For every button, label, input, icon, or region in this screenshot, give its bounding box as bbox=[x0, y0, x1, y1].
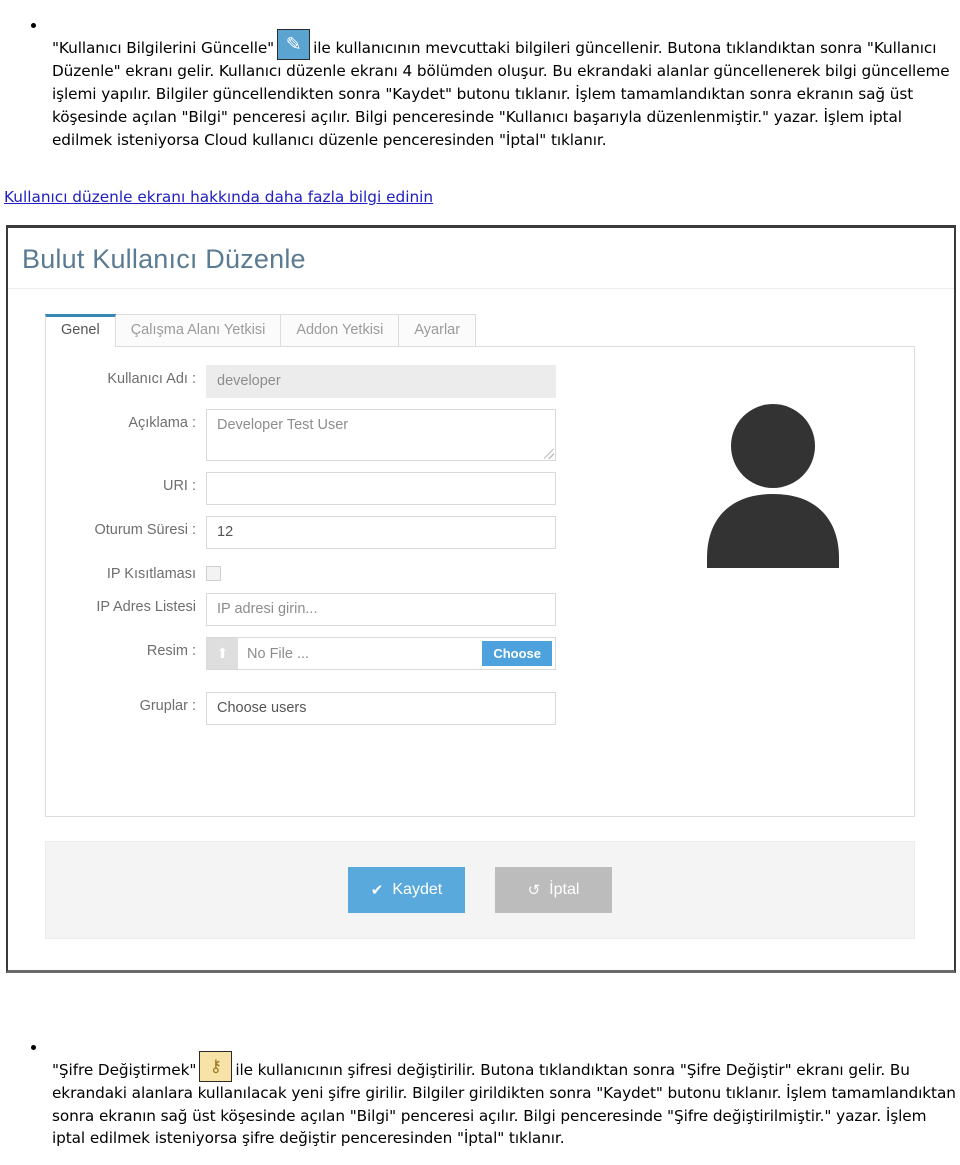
username-field-wrap: developer bbox=[206, 365, 566, 398]
list-bullet bbox=[31, 23, 36, 28]
general-tab-panel: Kullanıcı Adı : developer Açıklama : Dev… bbox=[45, 347, 915, 817]
field-row-uri: URI : bbox=[46, 472, 566, 505]
field-row-ip-address-list: IP Adres Listesi IP adresi girin... bbox=[46, 593, 566, 626]
field-row-username: Kullanıcı Adı : developer bbox=[46, 365, 566, 398]
description-textarea[interactable]: Developer Test User bbox=[206, 409, 556, 461]
description-field-wrap: Developer Test User bbox=[206, 409, 566, 461]
change-password-paragraph: "Şifre Değiştirmek" ⚷ ile kullanıcının şif… bbox=[52, 1051, 960, 1150]
username-input[interactable]: developer bbox=[206, 365, 556, 398]
save-button-label: Kaydet bbox=[392, 881, 443, 898]
ip-address-list-input[interactable]: IP adresi girin... bbox=[206, 593, 556, 626]
field-row-ip-restriction: IP Kısıtlaması bbox=[46, 560, 566, 582]
dialog-footer: ✔ Kaydet ↺ İptal bbox=[45, 841, 915, 939]
check-icon: ✔ bbox=[370, 881, 384, 899]
textarea-resize-grip[interactable] bbox=[544, 449, 554, 459]
learn-more-link[interactable]: Kullanıcı düzenle ekranı hakkında daha f… bbox=[4, 188, 433, 206]
undo-icon: ↺ bbox=[527, 881, 541, 899]
groups-input[interactable]: Choose users bbox=[206, 692, 556, 725]
uri-input[interactable] bbox=[206, 472, 556, 505]
field-row-image: Resim : ⬆ No File ... Choose bbox=[46, 637, 566, 670]
change-password-quoted-label: "Şifre Değiştirmek" bbox=[52, 1061, 197, 1080]
session-duration-field-wrap: 12 bbox=[206, 516, 566, 549]
user-avatar bbox=[668, 375, 878, 590]
ip-address-list-label: IP Adres Listesi bbox=[96, 599, 196, 615]
upload-icon: ⬆ bbox=[207, 638, 238, 669]
tab-genel[interactable]: Genel bbox=[45, 314, 116, 347]
user-avatar-icon bbox=[707, 403, 839, 568]
tab-bar: Genel Çalışma Alanı Yetkisi Addon Yetkis… bbox=[45, 314, 915, 347]
user-edit-form: Kullanıcı Adı : developer Açıklama : Dev… bbox=[46, 365, 566, 725]
uri-field-wrap bbox=[206, 472, 566, 505]
embedded-screenshot: Bulut Kullanıcı Düzenle Genel Çalışma Al… bbox=[6, 225, 956, 973]
learn-more-row: Kullanıcı düzenle ekranı hakkında daha f… bbox=[0, 176, 960, 206]
field-row-session-duration: Oturum Süresi : 12 bbox=[46, 516, 566, 549]
tab-ayarlar[interactable]: Ayarlar bbox=[398, 314, 477, 346]
session-duration-label: Oturum Süresi : bbox=[94, 522, 196, 538]
pencil-icon-glyph: ✎ bbox=[285, 33, 302, 56]
file-name-text: No File ... bbox=[247, 645, 310, 662]
dialog-title: Bulut Kullanıcı Düzenle bbox=[22, 244, 306, 274]
uri-label: URI : bbox=[162, 478, 196, 494]
ip-restriction-checkbox[interactable] bbox=[206, 566, 221, 581]
image-label: Resim : bbox=[146, 643, 196, 659]
description-textarea-value: Developer Test User bbox=[217, 417, 349, 433]
tab-calisma-alani-yetkisi[interactable]: Çalışma Alanı Yetkisi bbox=[114, 314, 282, 346]
change-password-description-block: "Şifre Değiştirmek" ⚷ ile kullanıcının şif… bbox=[0, 1036, 960, 1165]
key-icon-glyph: ⚷ bbox=[209, 1056, 222, 1077]
update-user-info-quoted-label: "Kullanıcı Bilgilerini Güncelle" bbox=[52, 39, 275, 58]
update-user-info-paragraph: "Kullanıcı Bilgilerini Güncelle" ✎ ile kul… bbox=[52, 29, 960, 152]
session-duration-input[interactable]: 12 bbox=[206, 516, 556, 549]
tab-bar-wrapper: Genel Çalışma Alanı Yetkisi Addon Yetkis… bbox=[8, 289, 954, 347]
pencil-icon[interactable]: ✎ bbox=[277, 29, 311, 61]
image-field-wrap: ⬆ No File ... Choose bbox=[206, 637, 566, 670]
list-bullet bbox=[31, 1045, 36, 1050]
field-row-groups: Gruplar : Choose users bbox=[46, 692, 566, 725]
ip-restriction-field-wrap bbox=[206, 560, 566, 581]
cancel-button[interactable]: ↺ İptal bbox=[495, 867, 612, 913]
key-icon[interactable]: ⚷ bbox=[199, 1051, 233, 1083]
groups-label: Gruplar : bbox=[139, 698, 196, 714]
save-button[interactable]: ✔ Kaydet bbox=[348, 867, 465, 913]
update-user-info-description-block: "Kullanıcı Bilgilerini Güncelle" ✎ ile kul… bbox=[0, 14, 960, 168]
tab-addon-yetkisi[interactable]: Addon Yetkisi bbox=[280, 314, 400, 346]
ip-address-list-field-wrap: IP adresi girin... bbox=[206, 593, 566, 626]
description-label: Açıklama : bbox=[128, 415, 196, 431]
groups-field-wrap: Choose users bbox=[206, 692, 566, 725]
ip-restriction-label: IP Kısıtlaması bbox=[106, 566, 196, 582]
username-label: Kullanıcı Adı : bbox=[107, 371, 196, 387]
choose-file-button[interactable]: Choose bbox=[482, 641, 552, 666]
file-picker[interactable]: ⬆ No File ... Choose bbox=[206, 637, 556, 670]
field-row-description: Açıklama : Developer Test User bbox=[46, 409, 566, 461]
cancel-button-label: İptal bbox=[549, 881, 580, 898]
